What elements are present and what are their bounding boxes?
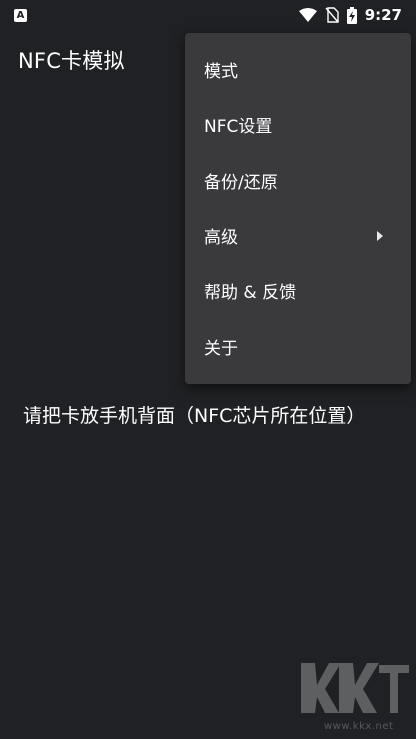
watermark-url: www.kkx.net: [324, 721, 394, 732]
status-time: 9:27: [364, 6, 402, 24]
instruction-text: 请把卡放手机背面（NFC芯片所在位置）: [23, 405, 366, 427]
no-sim-icon: [325, 7, 339, 23]
menu-item-label: NFC设置: [204, 117, 273, 138]
screen: A 9:27 NFC卡模拟 请把卡放手机背面（NFC芯片所在位置） 模式 NFC…: [0, 0, 416, 739]
kk-logo-watermark: [301, 663, 409, 713]
status-bar: A 9:27: [0, 0, 416, 30]
menu-item-nfc-settings[interactable]: NFC设置: [185, 97, 411, 152]
menu-item-label: 关于: [204, 338, 238, 359]
toolbar-title: NFC卡模拟: [18, 49, 125, 73]
watermark: www.kkx.net: [295, 651, 413, 736]
menu-item-label: 高级: [204, 228, 238, 249]
menu-item-label: 帮助 & 反馈: [204, 283, 297, 304]
menu-item-about[interactable]: 关于: [185, 318, 411, 373]
menu-item-label: 模式: [204, 62, 238, 83]
menu-item-mode[interactable]: 模式: [185, 42, 411, 97]
wifi-icon: [298, 8, 317, 22]
battery-charging-icon: [346, 6, 357, 24]
submenu-arrow-icon: [377, 230, 383, 241]
menu-item-backup-restore[interactable]: 备份/还原: [185, 153, 411, 208]
status-left: A: [14, 8, 27, 22]
menu-item-label: 备份/还原: [204, 172, 278, 193]
menu-item-advanced[interactable]: 高级: [185, 208, 411, 263]
menu-item-help-feedback[interactable]: 帮助 & 反馈: [185, 263, 411, 318]
app-notification-icon: A: [14, 8, 27, 22]
overflow-menu: 模式 NFC设置 备份/还原 高级 帮助 & 反馈 关于: [185, 33, 411, 384]
status-right: 9:27: [298, 6, 402, 24]
